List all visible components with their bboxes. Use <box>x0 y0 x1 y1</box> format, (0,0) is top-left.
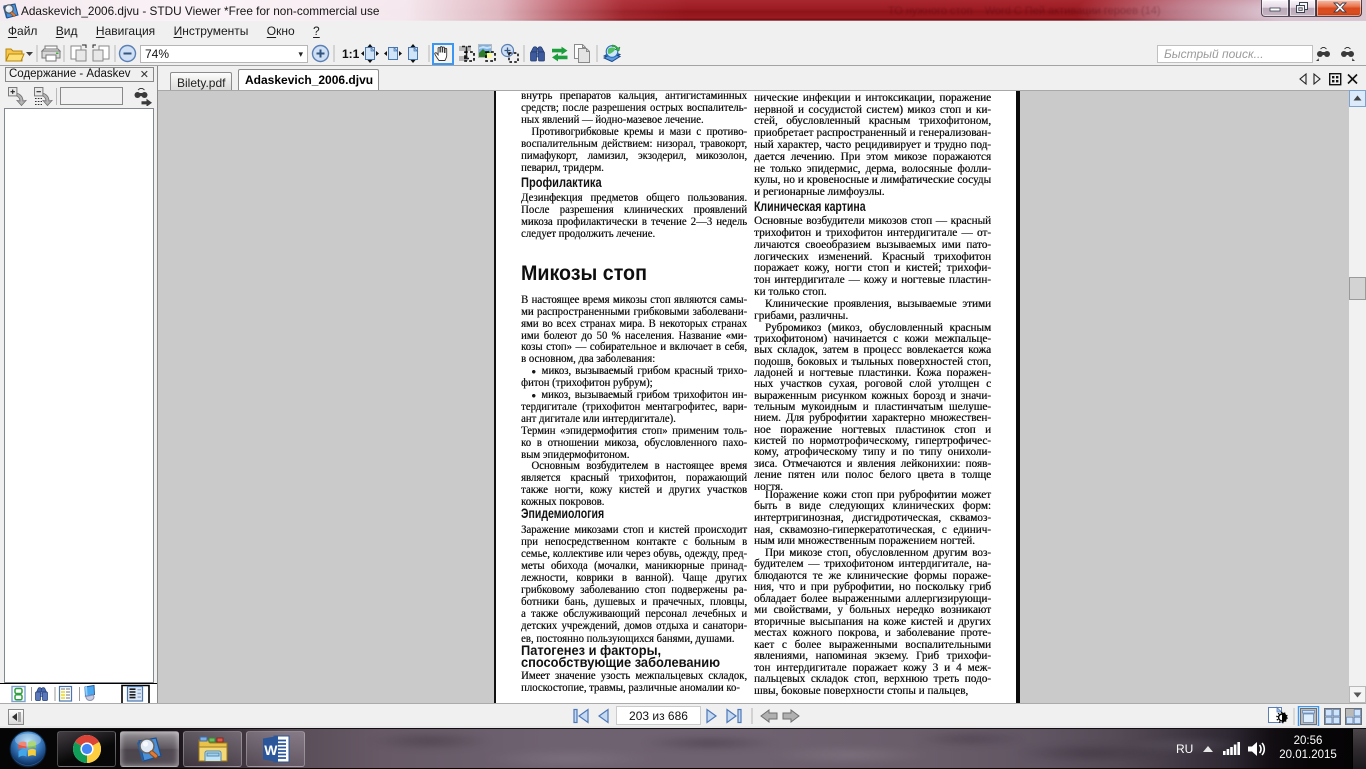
svg-text:1:1: 1:1 <box>342 47 360 61</box>
svg-text:W: W <box>264 742 278 758</box>
